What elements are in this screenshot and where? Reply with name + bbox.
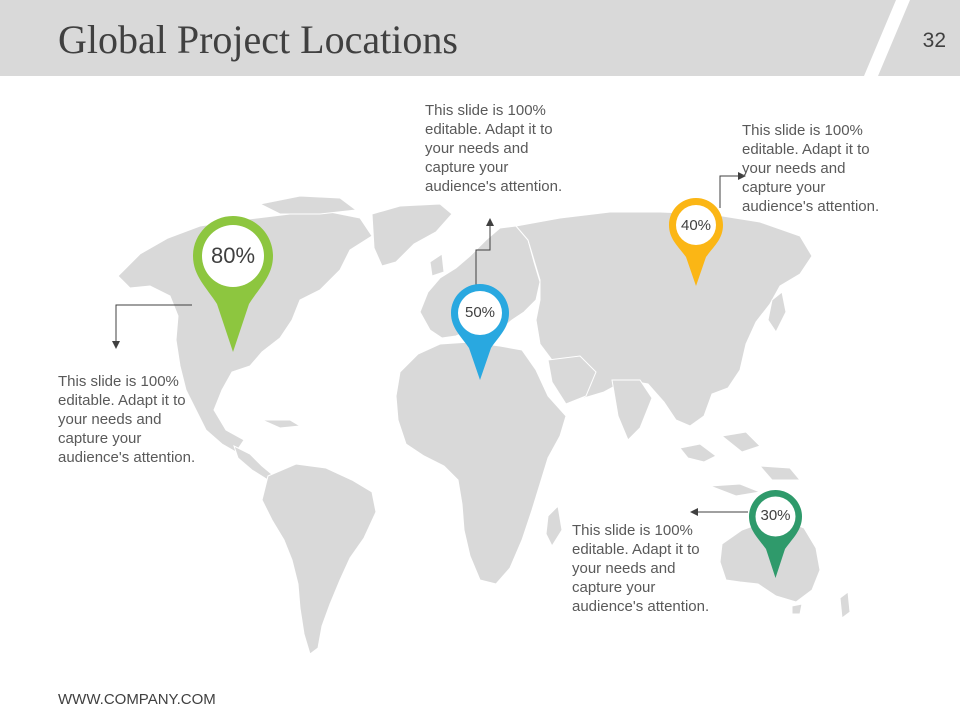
- map-pin-australia: 30%: [747, 488, 804, 580]
- callout-text-north-america: This slide is 100% editable. Adapt it to…: [58, 373, 196, 466]
- header-band: Global Project Locations 32: [0, 0, 960, 76]
- map-pin-icon: [451, 284, 509, 380]
- callout-text-europe: This slide is 100% editable. Adapt it to…: [425, 102, 563, 195]
- pin-label-europe: 50%: [464, 304, 496, 321]
- callout-text-asia: This slide is 100% editable. Adapt it to…: [742, 122, 880, 215]
- pin-label-north-america: 80%: [210, 243, 256, 268]
- map-pin-icon: [749, 490, 802, 578]
- map-pin-icon: [193, 216, 273, 352]
- map-pin-north-america: 80%: [191, 214, 275, 354]
- map-pin-asia: 40%: [667, 196, 725, 288]
- callout-text-australia: This slide is 100% editable. Adapt it to…: [572, 522, 710, 615]
- map-pin-icon: [669, 198, 723, 286]
- pin-label-asia: 40%: [680, 217, 712, 234]
- pin-label-australia: 30%: [760, 507, 791, 524]
- map-pin-europe: 50%: [449, 282, 511, 382]
- page-number: 32: [922, 29, 946, 52]
- slide-title: Global Project Locations: [58, 17, 458, 62]
- south-america-shape: [261, 463, 377, 655]
- footer-url: WWW.COMPANY.COM: [58, 691, 216, 708]
